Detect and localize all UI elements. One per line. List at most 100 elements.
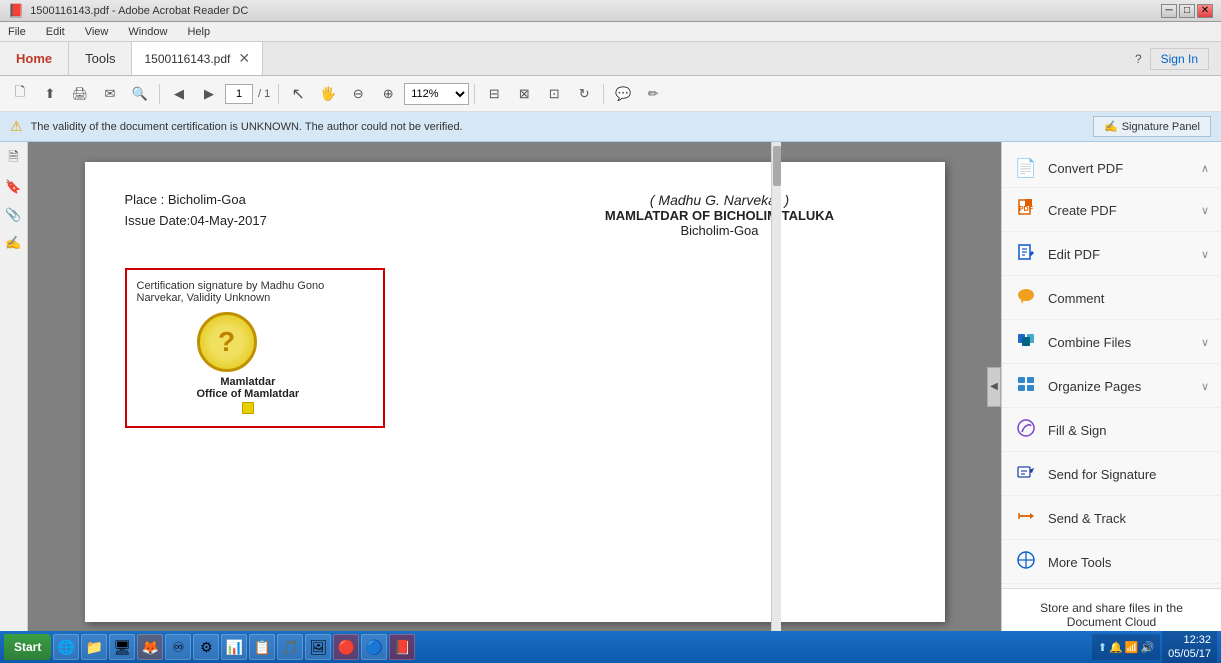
tab-home[interactable]: Home — [0, 42, 69, 75]
send-for-signature-icon — [1014, 462, 1038, 487]
open-button[interactable]: ⬆ — [36, 81, 64, 107]
rp-label-convert-pdf: Convert PDF — [1048, 161, 1191, 176]
rp-item-organize-pages[interactable]: Organize Pages ∨ — [1002, 366, 1221, 408]
tray-icon-4: 🔊 — [1140, 641, 1154, 654]
rp-item-comment[interactable]: Comment — [1002, 278, 1221, 320]
organize-pages-icon — [1014, 374, 1038, 399]
rp-section-more-tools: More Tools — [1002, 542, 1221, 584]
pdf-scrollbar[interactable] — [771, 142, 781, 631]
zoom-out-button[interactable]: ⊖ — [344, 81, 372, 107]
rp-item-fill-sign[interactable]: Fill & Sign — [1002, 410, 1221, 452]
minimize-button[interactable]: ─ — [1161, 4, 1177, 18]
rp-item-convert-pdf[interactable]: 📄 Convert PDF ∧ — [1002, 150, 1221, 188]
tray-icon-2: 🔔 — [1109, 641, 1123, 654]
select-tool-button[interactable]: ↖ — [284, 81, 312, 107]
system-clock[interactable]: 12:32 05/05/17 — [1162, 631, 1217, 663]
taskbar-settings-icon[interactable]: ⚙ — [193, 634, 219, 660]
sidebar-attachment-icon[interactable]: 📎 — [3, 204, 25, 226]
comment-icon — [1014, 286, 1038, 311]
pdf-issue-date: Issue Date:04-May-2017 — [125, 213, 495, 228]
sidebar-bookmark-icon[interactable]: 🔖 — [3, 176, 25, 198]
rp-label-send-track: Send & Track — [1048, 511, 1209, 526]
rp-item-more-tools[interactable]: More Tools — [1002, 542, 1221, 584]
rp-label-combine-files: Combine Files — [1048, 335, 1191, 350]
fit-page-button[interactable]: ⊟ — [480, 81, 508, 107]
email-button[interactable]: ✉ — [96, 81, 124, 107]
pdf-scroll-thumb[interactable] — [773, 146, 781, 186]
tab-tools[interactable]: Tools — [69, 42, 132, 75]
signin-button[interactable]: Sign In — [1150, 48, 1209, 70]
chevron-down-icon-edit: ∨ — [1201, 248, 1209, 261]
rp-section-create: PDF Create PDF ∨ — [1002, 190, 1221, 232]
rp-store-title: Store and share files in the Document Cl… — [1014, 601, 1209, 629]
rp-item-combine-files[interactable]: Combine Files ∨ — [1002, 322, 1221, 364]
pdf-page: Place : Bicholim-Goa Issue Date:04-May-2… — [85, 162, 945, 622]
prev-page-button[interactable]: ◀ — [165, 81, 193, 107]
search-button[interactable]: 🔍 — [126, 81, 154, 107]
taskbar-acrobat-icon[interactable]: 📕 — [389, 634, 415, 660]
taskbar-chrome-icon[interactable]: 🔵 — [361, 634, 387, 660]
zoom-in-button[interactable]: ⊕ — [374, 81, 402, 107]
taskbar-computer-icon[interactable]: 🖥 — [109, 634, 135, 660]
signature-panel-button[interactable]: ✍ Signature Panel — [1093, 116, 1211, 137]
rp-section-send-track: Send & Track — [1002, 498, 1221, 540]
new-document-button[interactable]: 🗋 — [6, 81, 34, 107]
taskbar-app1-icon[interactable]: ♾ — [165, 634, 191, 660]
menu-view[interactable]: View — [81, 24, 113, 40]
menu-edit[interactable]: Edit — [42, 24, 69, 40]
taskbar-ie-icon[interactable]: 🌐 — [53, 634, 79, 660]
sig-office-label: Office of Mamlatdar — [197, 388, 300, 400]
menu-help[interactable]: Help — [183, 24, 214, 40]
taskbar-app2-icon[interactable]: 🔴 — [333, 634, 359, 660]
taskbar: Start 🌐 📁 🖥 🦊 ♾ ⚙ 📊 📋 🎵 🖼 🔴 🔵 📕 ⬆ 🔔 📶 🔊 … — [0, 631, 1221, 663]
pencil-button[interactable]: ✏ — [639, 81, 667, 107]
sig-yellow-square — [242, 402, 254, 414]
help-button[interactable]: ? — [1135, 52, 1142, 66]
taskbar-excel-icon[interactable]: 📊 — [221, 634, 247, 660]
signature-box-text: Certification signature by Madhu Gono Na… — [137, 280, 373, 304]
rp-item-create-pdf[interactable]: PDF Create PDF ∨ — [1002, 190, 1221, 232]
page-number-input[interactable]: 1 — [225, 84, 253, 104]
fullscreen-button[interactable]: ⊡ — [540, 81, 568, 107]
print-button[interactable]: 🖨 — [66, 81, 94, 107]
hand-tool-button[interactable]: 🖐 — [314, 81, 342, 107]
more-tools-icon — [1014, 550, 1038, 575]
collapse-panel-button[interactable]: ◀ — [987, 367, 1001, 407]
taskbar-photo-icon[interactable]: 🖼 — [305, 634, 331, 660]
edit-pdf-icon — [1014, 242, 1038, 267]
menu-window[interactable]: Window — [124, 24, 171, 40]
comment-button[interactable]: 💬 — [609, 81, 637, 107]
tab-document[interactable]: 1500116143.pdf ✕ — [132, 42, 263, 75]
rotate-button[interactable]: ↻ — [570, 81, 598, 107]
sidebar-page-thumbnail-icon[interactable]: 🗎 — [3, 148, 25, 170]
rp-section-fill-sign: Fill & Sign — [1002, 410, 1221, 452]
doc-tab-label: 1500116143.pdf — [144, 52, 230, 66]
toolbar-separator-1 — [159, 84, 160, 104]
title-bar: 📕 1500116143.pdf - Adobe Acrobat Reader … — [0, 0, 1221, 22]
taskbar-explorer-icon[interactable]: 📁 — [81, 634, 107, 660]
close-button[interactable]: ✕ — [1197, 4, 1213, 18]
validity-unknown-icon: ? — [197, 312, 257, 372]
maximize-button[interactable]: □ — [1179, 4, 1195, 18]
tab-close-button[interactable]: ✕ — [238, 50, 250, 67]
rp-item-edit-pdf[interactable]: Edit PDF ∨ — [1002, 234, 1221, 276]
window-title: 1500116143.pdf - Adobe Acrobat Reader DC — [30, 5, 248, 17]
menu-file[interactable]: File — [4, 24, 30, 40]
sig-mamlatdar-label: Mamlatdar — [197, 376, 300, 388]
taskbar-notes-icon[interactable]: 📋 — [249, 634, 275, 660]
rp-label-more-tools: More Tools — [1048, 555, 1209, 570]
rp-item-send-for-signature[interactable]: Send for Signature — [1002, 454, 1221, 496]
start-button[interactable]: Start — [4, 634, 51, 660]
rp-item-send-track[interactable]: Send & Track — [1002, 498, 1221, 540]
toolbar-separator-4 — [603, 84, 604, 104]
tab-help-area: ? Sign In — [1123, 42, 1221, 75]
pdf-authority-title: MAMLATDAR OF BICHOLIM TALUKA — [535, 208, 905, 223]
pdf-place: Place : Bicholim-Goa — [125, 192, 495, 207]
next-page-button[interactable]: ▶ — [195, 81, 223, 107]
taskbar-media-icon[interactable]: 🎵 — [277, 634, 303, 660]
sidebar-signature-icon[interactable]: ✍ — [3, 232, 25, 254]
zoom-select[interactable]: 112% 100% 125% 150% 75% — [404, 83, 469, 105]
fit-width-button[interactable]: ⊠ — [510, 81, 538, 107]
tray-icon-3: 📶 — [1125, 641, 1139, 654]
taskbar-firefox-icon[interactable]: 🦊 — [137, 634, 163, 660]
